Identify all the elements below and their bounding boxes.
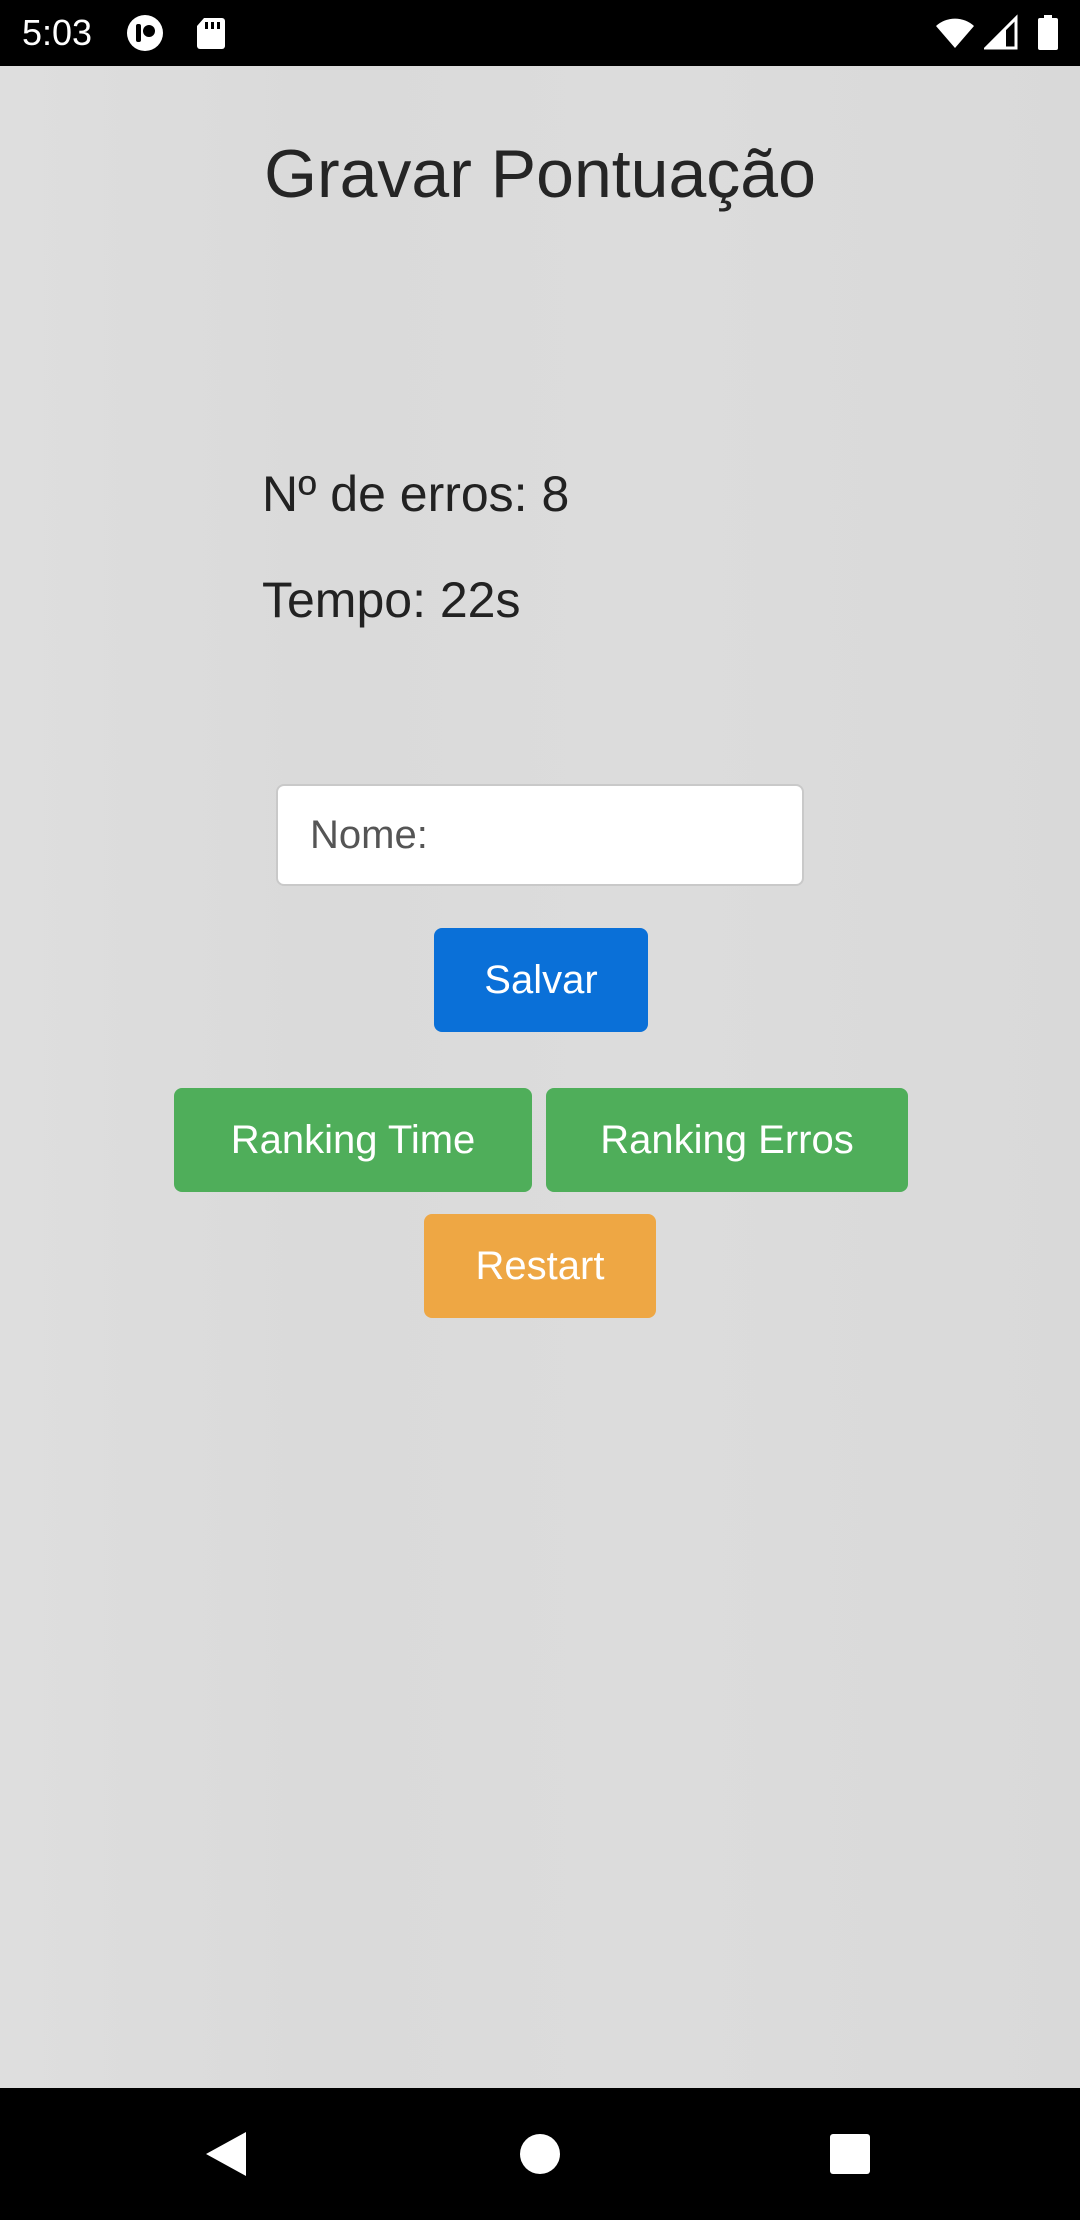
- status-time: 5:03: [22, 12, 93, 53]
- main-content: [0, 66, 1080, 2088]
- status-bar: 5:03: [0, 0, 1080, 66]
- recents-icon[interactable]: [790, 2088, 910, 2220]
- name-input[interactable]: [276, 784, 804, 886]
- ranking-time-button[interactable]: Ranking Time: [174, 1088, 532, 1192]
- back-icon[interactable]: [166, 2088, 286, 2220]
- ranking-errors-button[interactable]: Ranking Erros: [546, 1088, 908, 1192]
- restart-button[interactable]: Restart: [424, 1214, 656, 1318]
- time-label: Tempo: 22s: [262, 572, 521, 628]
- home-icon[interactable]: [480, 2088, 600, 2220]
- page-title: Gravar Pontuação: [264, 136, 816, 212]
- battery-icon: [1036, 14, 1060, 52]
- save-button[interactable]: Salvar: [434, 928, 648, 1032]
- signal-icon: [982, 14, 1018, 52]
- navigation-bar: [0, 2088, 1080, 2220]
- wifi-icon: [934, 14, 976, 52]
- notification-icon: [126, 14, 164, 52]
- errors-count-label: Nº de erros: 8: [262, 466, 570, 522]
- sd-card-icon: [192, 14, 230, 52]
